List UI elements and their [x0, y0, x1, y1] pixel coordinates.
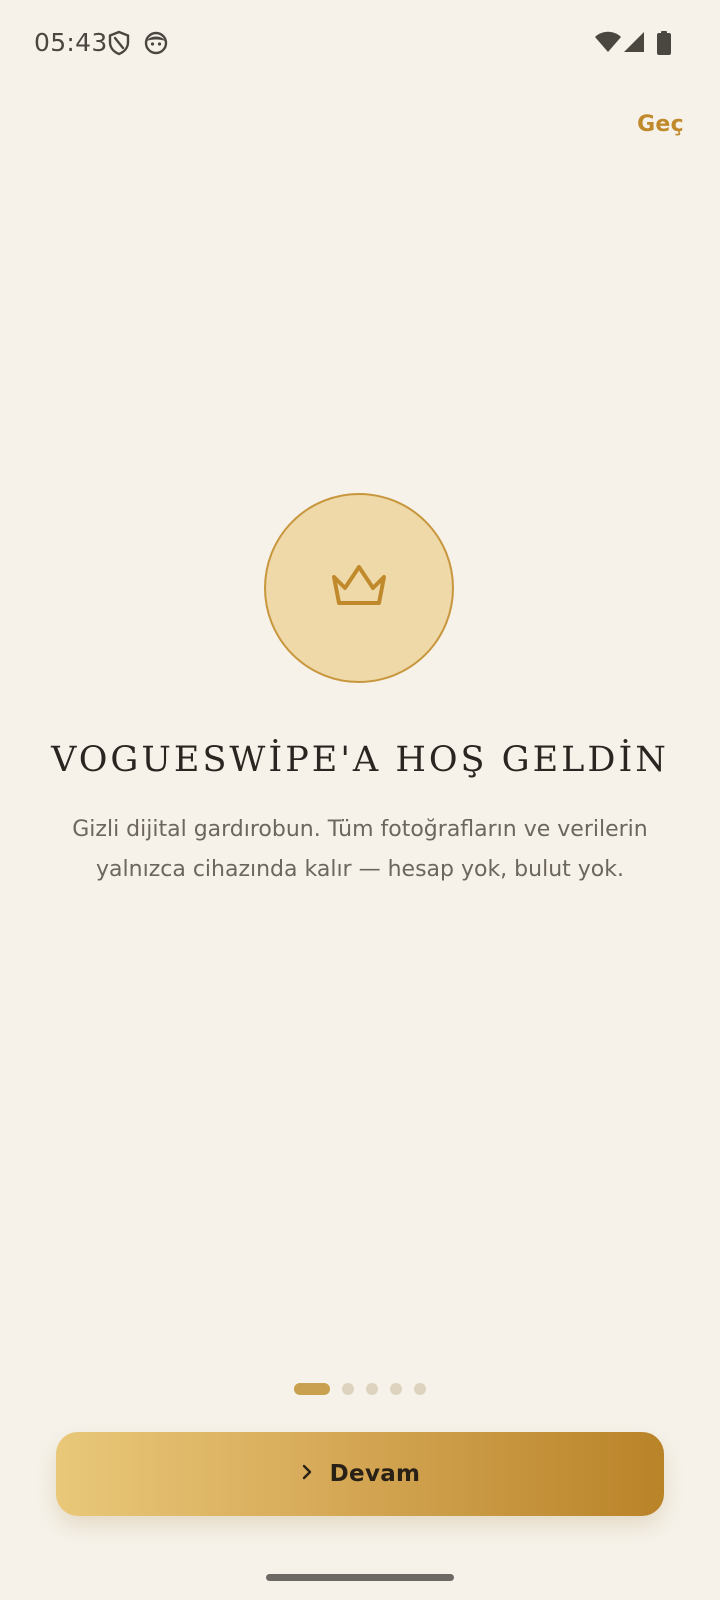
page-indicator — [0, 1383, 720, 1395]
welcome-description: Gizli dijital gardırobun. Tüm fotoğrafla… — [72, 817, 648, 882]
page-dot — [390, 1383, 402, 1395]
skip-button[interactable]: Geç — [637, 112, 684, 137]
chevron-right-icon — [300, 1463, 314, 1485]
battery-icon — [656, 30, 672, 55]
signal-icon — [623, 30, 645, 54]
status-time: 05:43 — [34, 28, 108, 57]
wifi-icon — [594, 30, 622, 54]
page-dot-active — [294, 1383, 330, 1395]
welcome-title: VOGUESWİPE'A HOŞ GELDİN — [51, 740, 669, 780]
continue-label: Devam — [329, 1461, 421, 1487]
crown-icon — [328, 563, 390, 613]
page-dot — [414, 1383, 426, 1395]
status-bar: 05:43 — [0, 0, 720, 88]
face-icon — [143, 30, 169, 56]
hero-illustration — [264, 493, 454, 683]
shield-icon — [106, 30, 132, 56]
page-dot — [366, 1383, 378, 1395]
home-indicator[interactable] — [266, 1574, 454, 1581]
page-dot — [342, 1383, 354, 1395]
continue-button[interactable]: Devam — [56, 1432, 664, 1516]
